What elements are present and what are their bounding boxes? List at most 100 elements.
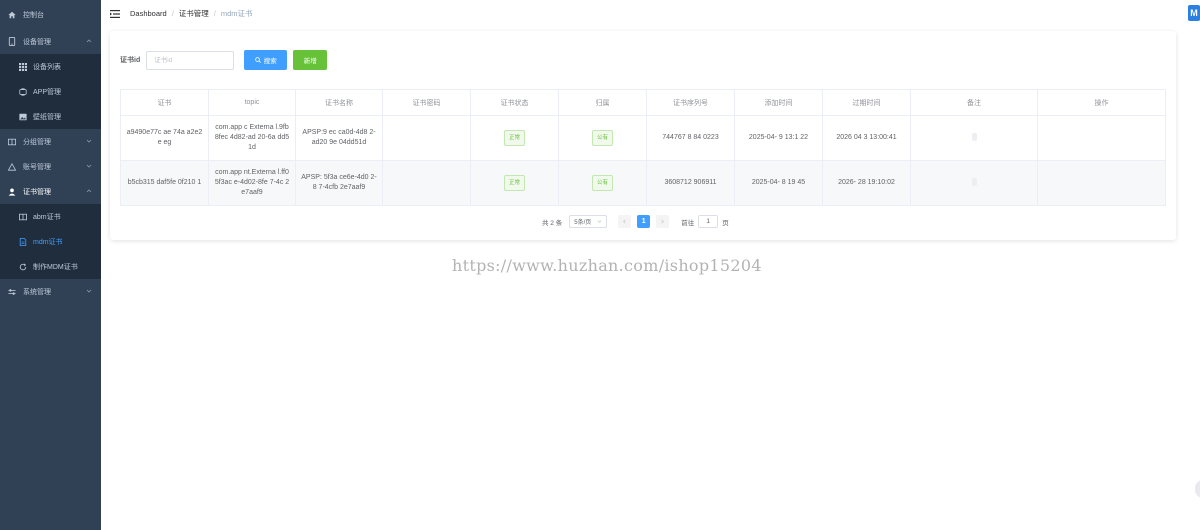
sidebar-item-device-list[interactable]: 设备列表 [0,54,101,79]
redacted-remark [971,178,977,187]
mobile-icon [7,37,17,46]
sidebar-item-mdm-cert[interactable]: mdm证书 [0,229,101,254]
sidebar-item-system-mgmt[interactable]: 系统管理 [0,279,101,304]
column-header: 证书名称 [295,89,383,116]
column-header: 添加时间 [734,89,823,116]
goto-label: 前往 [681,219,695,227]
sidebar-item-cert-mgmt[interactable]: 证书管理 [0,179,101,204]
cell-cert-id: a9490e77c ae 74a a2e2e eg [120,115,209,161]
column-header: 证书 [120,89,209,116]
sidebar-item-label: 控制台 [23,11,44,19]
owner-badge: 公有 [591,175,613,191]
cert-id-label: 证书id [120,57,141,64]
image-icon [18,113,28,121]
sidebar-item-label: 制作MDM证书 [33,263,78,271]
page-size-select[interactable]: 5条/页 [569,215,608,228]
breadcrumb-separator: / [213,9,216,18]
cert-submenu: abm证书 mdm证书 制作MDM证书 [0,204,101,279]
cell-status: 正常 [470,115,559,161]
column-header: 证书状态 [470,89,559,116]
sidebar-item-label: 系统管理 [23,288,51,296]
triangle-icon [7,162,17,171]
breadcrumb-dashboard[interactable]: Dashboard [130,9,167,18]
page-size-value: 5条/页 [574,220,592,226]
sidebar-item-group-mgmt[interactable]: 分组管理 [0,129,101,154]
user-icon [7,188,17,196]
chevron-down-icon [597,220,602,223]
chevron-up-icon [86,39,92,43]
sidebar-item-label: 设备管理 [23,38,51,46]
cell-password [382,115,471,161]
search-icon [254,57,261,63]
chevron-left-icon [623,219,626,224]
breadcrumb-current: mdm证书 [220,9,253,18]
sidebar-item-label: 分组管理 [23,138,51,146]
cert-table: 证书 topic 证书名称 证书密码 证书状态 归属 证书序列号 添加时间 过期… [120,89,1166,206]
columns-icon [18,213,28,221]
goto-page: 前往 页 [681,215,729,228]
add-button-label: 新增 [303,58,317,65]
grid-icon [18,62,28,71]
cell-cert-name: APSP:9 ec ca0d-4d8 2-ad20 9e 04dd51d [295,115,383,161]
watermark-text: https://www.huzhan.com/ishop15204 [452,256,762,275]
hamburger-icon[interactable] [110,9,120,18]
chevron-down-icon [86,289,92,293]
refresh-icon [18,262,28,271]
cell-added-time: 2025-04- 9 13:1 22 [734,115,823,161]
sidebar-item-label: 证书管理 [23,188,51,196]
cell-expire-time: 2026- 28 19:10:02 [822,160,911,206]
cell-expire-time: 2026 04 3 13:00:41 [822,115,911,161]
chevron-up-icon [86,189,92,193]
column-header: topic [208,89,296,116]
cert-id-input[interactable] [146,50,235,70]
table-row: a9490e77c ae 74a a2e2e eg com.app c Exte… [120,115,1166,161]
redacted-remark [971,133,977,142]
breadcrumb-separator: / [171,9,174,18]
cell-status: 正常 [470,160,559,206]
cell-remark [910,115,1038,161]
app-logo-icon[interactable]: M [1188,5,1200,21]
cell-actions [1037,115,1166,161]
prev-page-button[interactable] [618,215,632,228]
cell-serial: 3608712 906911 [646,160,735,206]
cell-added-time: 2025-04- 8 19 45 [734,160,823,206]
goto-page-input[interactable] [698,215,719,228]
add-button[interactable]: 新增 [293,50,328,70]
sidebar-item-abm-cert[interactable]: abm证书 [0,204,101,229]
next-page-button[interactable] [656,215,670,228]
pagination-total: 共 2 条 [542,219,563,227]
sidebar: 控制台 设备管理 设备列表 APP管理 壁纸管理 分组管理 账号管理 证书管理 … [0,0,101,530]
chevron-right-icon [661,219,665,224]
sidebar-item-dashboard[interactable]: 控制台 [0,0,101,29]
cert-list-card: 证书id 搜索 新增 证书 topic 证书名称 证书密码 证书状态 归属 证书… [110,31,1176,240]
filter-bar: 证书id 搜索 新增 [120,50,328,70]
sidebar-item-label: 设备列表 [33,63,61,71]
sidebar-item-device-mgmt[interactable]: 设备管理 [0,29,101,54]
search-button-label: 搜索 [263,58,277,65]
sidebar-item-label: 壁纸管理 [33,113,61,121]
cell-topic: com.app nt.Externa l.ff05f3ac e-4d02-8fe… [208,160,296,206]
column-header: 备注 [910,89,1038,116]
table-row: b5cb315 daf5fe 0f210 1 com.app nt.Extern… [120,160,1166,206]
breadcrumb-cert-mgmt[interactable]: 证书管理 [179,8,209,19]
sidebar-item-label: 账号管理 [23,163,51,171]
cell-remark [910,160,1038,206]
app-icon [18,87,28,96]
cell-password [382,160,471,206]
page-unit-label: 页 [722,219,729,227]
side-float-handle[interactable] [1195,480,1200,498]
page-number-button[interactable]: 1 [637,215,651,228]
sidebar-item-account-mgmt[interactable]: 账号管理 [0,154,101,179]
search-button[interactable]: 搜索 [244,50,288,70]
cell-owner: 公有 [558,115,647,161]
column-header: 证书序列号 [646,89,735,116]
document-icon [18,237,28,246]
cell-actions [1037,160,1166,206]
sidebar-item-label: abm证书 [33,213,61,221]
table-header-row: 证书 topic 证书名称 证书密码 证书状态 归属 证书序列号 添加时间 过期… [120,89,1166,116]
cell-cert-name: APSP: 5f3a ce6e-4d0 2-8 7-4cfb 2e7aaf9 [295,160,383,206]
sidebar-item-make-mdm-cert[interactable]: 制作MDM证书 [0,254,101,279]
sidebar-item-wallpaper-mgmt[interactable]: 壁纸管理 [0,104,101,129]
column-header: 归属 [558,89,647,116]
sidebar-item-app-mgmt[interactable]: APP管理 [0,79,101,104]
